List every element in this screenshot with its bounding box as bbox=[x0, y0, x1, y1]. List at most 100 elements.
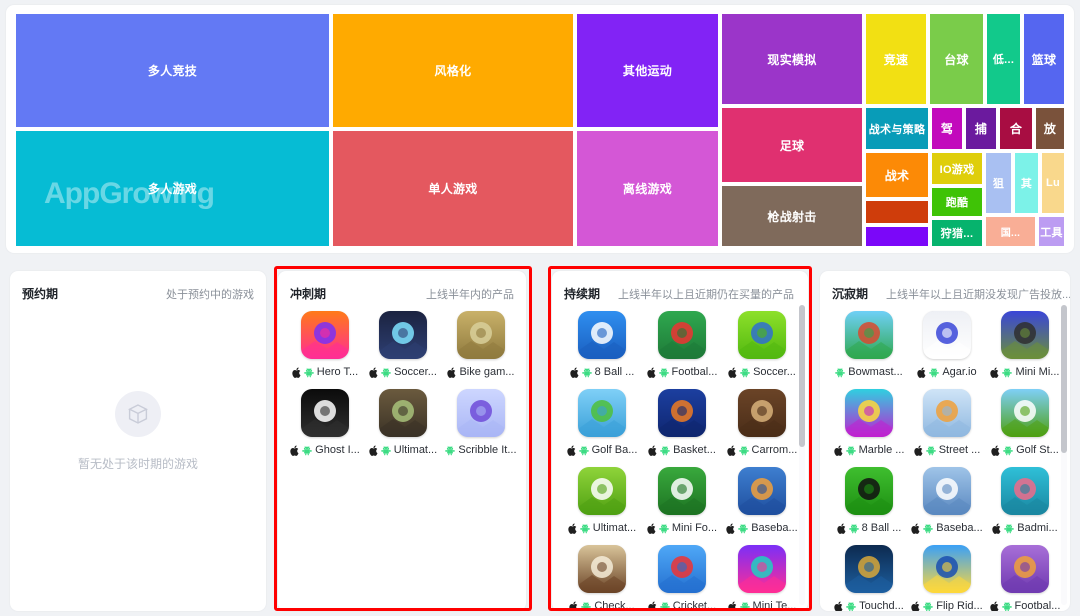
app-card[interactable]: Basket... bbox=[642, 389, 722, 457]
app-card[interactable]: Carrom... bbox=[722, 389, 802, 457]
app-label: Footbal... bbox=[989, 599, 1060, 611]
app-icon[interactable] bbox=[657, 389, 706, 437]
treemap-cell[interactable]: 国... bbox=[986, 217, 1035, 246]
app-icon[interactable] bbox=[378, 311, 427, 359]
app-card[interactable]: 8 Ball ... bbox=[562, 311, 642, 379]
treemap-cell[interactable]: 战术 bbox=[866, 153, 928, 197]
app-card[interactable]: Cricket... bbox=[642, 545, 722, 611]
app-icon[interactable] bbox=[737, 545, 786, 593]
treemap-cell[interactable]: 合 bbox=[1000, 108, 1032, 149]
app-icon[interactable] bbox=[577, 467, 626, 515]
app-card[interactable]: Flip Rid... bbox=[908, 545, 986, 611]
app-card[interactable]: Mini Fo... bbox=[642, 467, 722, 535]
treemap-cell[interactable]: 现实模拟 bbox=[722, 14, 862, 104]
treemap-cell[interactable]: 多人竞技 bbox=[16, 14, 329, 127]
app-card[interactable]: Touchd... bbox=[830, 545, 908, 611]
app-card[interactable]: Marble ... bbox=[830, 389, 908, 457]
treemap-cell[interactable]: 狩猎... bbox=[932, 220, 982, 246]
treemap-cell[interactable]: 竞速 bbox=[866, 14, 926, 104]
app-icon[interactable] bbox=[657, 467, 706, 515]
app-icon[interactable] bbox=[657, 311, 706, 359]
app-card[interactable]: Bike gam... bbox=[442, 311, 520, 379]
app-icon[interactable] bbox=[1000, 389, 1049, 437]
app-card[interactable]: Footbal... bbox=[642, 311, 722, 379]
app-icon[interactable] bbox=[922, 311, 971, 359]
treemap-cell[interactable]: 多人游戏 bbox=[16, 131, 329, 246]
treemap-cell[interactable]: 其 bbox=[1015, 153, 1038, 213]
treemap-cell[interactable]: 其他运动 bbox=[577, 14, 718, 127]
app-icon[interactable] bbox=[300, 311, 349, 359]
game-category-treemap[interactable]: 多人竞技 多人游戏 风格化 单人游戏 其他运动离线游戏 现实模拟 足球 枪战射击 竞速 台球 低..… bbox=[16, 14, 1064, 246]
app-card[interactable]: Mini Te... bbox=[722, 545, 802, 611]
app-icon[interactable] bbox=[844, 467, 893, 515]
app-icon[interactable] bbox=[577, 311, 626, 359]
empty-state-text: 暂无处于该时期的游戏 bbox=[77, 457, 198, 471]
app-icon[interactable] bbox=[737, 389, 786, 437]
treemap-cell[interactable]: 跑酷 bbox=[932, 188, 982, 216]
treemap-cell[interactable]: IO游戏 bbox=[932, 153, 982, 184]
treemap-cell[interactable]: 风格化 bbox=[333, 14, 573, 127]
apple-icon bbox=[369, 445, 378, 456]
treemap-cell[interactable]: 单人游戏 bbox=[333, 131, 573, 246]
app-card[interactable]: Mini Mi... bbox=[986, 311, 1064, 379]
treemap-cell[interactable]: 放 bbox=[1036, 108, 1064, 149]
app-card[interactable]: Soccer... bbox=[364, 311, 442, 379]
apple-icon bbox=[834, 601, 843, 611]
treemap-cell[interactable]: 低... bbox=[987, 14, 1020, 104]
treemap-cell[interactable]: 战术与策略 bbox=[866, 108, 928, 149]
app-icon[interactable] bbox=[737, 467, 786, 515]
app-icon[interactable] bbox=[456, 311, 505, 359]
treemap-cell[interactable]: 台球 bbox=[930, 14, 983, 104]
treemap-cell[interactable] bbox=[866, 201, 928, 223]
app-icon[interactable] bbox=[922, 389, 971, 437]
apple-icon bbox=[917, 367, 926, 378]
app-card[interactable]: 8 Ball ... bbox=[830, 467, 908, 535]
treemap-cell-label: 离线游戏 bbox=[622, 182, 673, 196]
treemap-cell[interactable]: 足球 bbox=[722, 108, 862, 182]
treemap-cell[interactable] bbox=[866, 227, 928, 246]
app-icon[interactable] bbox=[378, 389, 427, 437]
app-icon[interactable] bbox=[577, 545, 626, 593]
app-card[interactable]: Street ... bbox=[908, 389, 986, 457]
app-icon[interactable] bbox=[1000, 545, 1049, 593]
treemap-cell[interactable]: 狙 bbox=[986, 153, 1011, 213]
app-card[interactable]: Soccer... bbox=[722, 311, 802, 379]
app-name: Check... bbox=[594, 600, 635, 611]
scrollbar-thumb[interactable] bbox=[1061, 305, 1067, 453]
app-icon[interactable] bbox=[844, 389, 893, 437]
app-icon[interactable] bbox=[1000, 311, 1049, 359]
app-icon[interactable] bbox=[922, 467, 971, 515]
app-icon[interactable] bbox=[456, 389, 505, 437]
app-card[interactable]: Baseba... bbox=[908, 467, 986, 535]
app-card[interactable]: Bowmast... bbox=[830, 311, 908, 379]
app-card[interactable]: Ultimat... bbox=[562, 467, 642, 535]
app-card[interactable]: Golf Ba... bbox=[562, 389, 642, 457]
app-card[interactable]: Scribble It... bbox=[442, 389, 520, 457]
app-icon[interactable] bbox=[577, 389, 626, 437]
app-card[interactable]: Check... bbox=[562, 545, 642, 611]
treemap-cell[interactable]: 驾 bbox=[932, 108, 962, 149]
app-name: Mini Mi... bbox=[1015, 366, 1060, 378]
app-card[interactable]: Ultimat... bbox=[364, 389, 442, 457]
app-icon[interactable] bbox=[657, 545, 706, 593]
app-icon[interactable] bbox=[844, 545, 893, 593]
treemap-cell[interactable]: 篮球 bbox=[1024, 14, 1064, 104]
treemap-cell[interactable]: 捕 bbox=[966, 108, 996, 149]
app-icon[interactable] bbox=[922, 545, 971, 593]
app-icon[interactable] bbox=[1000, 467, 1049, 515]
treemap-cell[interactable]: Lu bbox=[1042, 153, 1064, 213]
app-card[interactable]: Footbal... bbox=[986, 545, 1064, 611]
app-card[interactable]: Baseba... bbox=[722, 467, 802, 535]
app-card[interactable]: Agar.io bbox=[908, 311, 986, 379]
app-icon[interactable] bbox=[300, 389, 349, 437]
treemap-cell[interactable]: 离线游戏 bbox=[577, 131, 718, 246]
app-card[interactable]: Hero T... bbox=[286, 311, 364, 379]
app-card[interactable]: Badmi... bbox=[986, 467, 1064, 535]
app-icon[interactable] bbox=[844, 311, 893, 359]
scrollbar-thumb[interactable] bbox=[799, 305, 805, 447]
app-icon[interactable] bbox=[737, 311, 786, 359]
app-card[interactable]: Golf St... bbox=[986, 389, 1064, 457]
treemap-cell[interactable]: 枪战射击 bbox=[722, 186, 862, 246]
treemap-cell[interactable]: 工具 bbox=[1039, 217, 1064, 246]
app-card[interactable]: Ghost I... bbox=[286, 389, 364, 457]
